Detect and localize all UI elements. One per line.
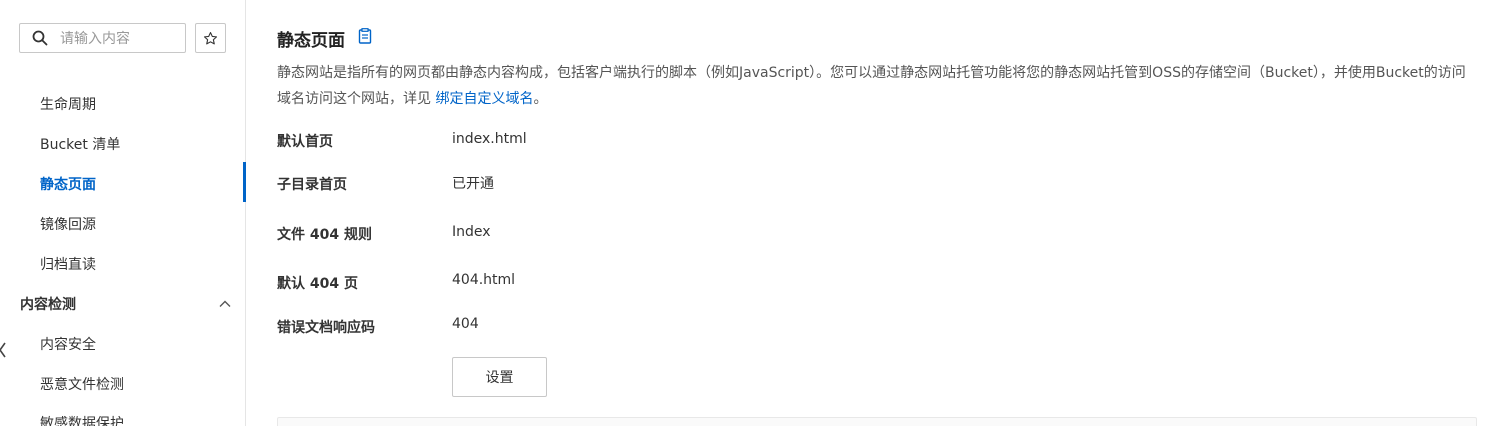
page-title: 静态页面: [277, 31, 345, 51]
sidebar-item-archive-direct-read[interactable]: 归档直读: [40, 254, 96, 274]
document-icon[interactable]: [358, 28, 372, 44]
error-doc-response-code-label: 错误文档响应码: [277, 320, 375, 336]
collapse-sidebar-icon[interactable]: [0, 330, 8, 370]
page-description: 静态网站是指所有的网页都由静态内容构成，包括客户端执行的脚本（例如JavaScr…: [277, 60, 1467, 112]
sidebar-item-lifecycle[interactable]: 生命周期: [40, 94, 96, 114]
favorite-button[interactable]: [195, 23, 226, 53]
star-icon: [203, 31, 218, 44]
bind-custom-domain-link[interactable]: 绑定自定义域名: [435, 91, 533, 107]
search-icon: [32, 30, 48, 46]
sidebar-item-malware-detection[interactable]: 恶意文件检测: [40, 374, 124, 394]
settings-button[interactable]: 设置: [452, 357, 547, 397]
sidebar-item-static-page[interactable]: 静态页面: [40, 174, 96, 194]
chevron-up-icon[interactable]: [218, 297, 232, 311]
sidebar-item-bucket-inventory[interactable]: Bucket 清单: [40, 134, 120, 154]
bottom-panel: [277, 417, 1477, 426]
default-homepage-value: index.html: [452, 131, 527, 147]
subdirectory-homepage-value: 已开通: [452, 176, 494, 192]
error-doc-response-code-value: 404: [452, 316, 479, 332]
default-homepage-label: 默认首页: [277, 134, 333, 150]
default-404-page-value: 404.html: [452, 272, 516, 288]
file-404-rule-value: Index: [452, 224, 491, 240]
sidebar-item-mirror-back-to-origin[interactable]: 镜像回源: [40, 214, 96, 234]
search-input[interactable]: 请输入内容: [19, 23, 186, 53]
description-end: 。: [533, 91, 548, 107]
search-placeholder: 请输入内容: [60, 31, 130, 47]
subdirectory-homepage-label: 子目录首页: [277, 177, 347, 193]
default-404-page-label: 默认 404 页: [277, 276, 358, 292]
sidebar-item-content-security[interactable]: 内容安全: [40, 334, 96, 354]
sidebar: 请输入内容 生命周期 Bucket 清单 静态页面 镜像回源 归档直读 内容检测…: [0, 0, 246, 426]
file-404-rule-label: 文件 404 规则: [277, 227, 372, 243]
sidebar-item-sensitive-data-protection[interactable]: 敏感数据保护: [40, 413, 124, 426]
sidebar-group-content-detection[interactable]: 内容检测: [20, 294, 76, 314]
active-indicator: [243, 162, 246, 202]
